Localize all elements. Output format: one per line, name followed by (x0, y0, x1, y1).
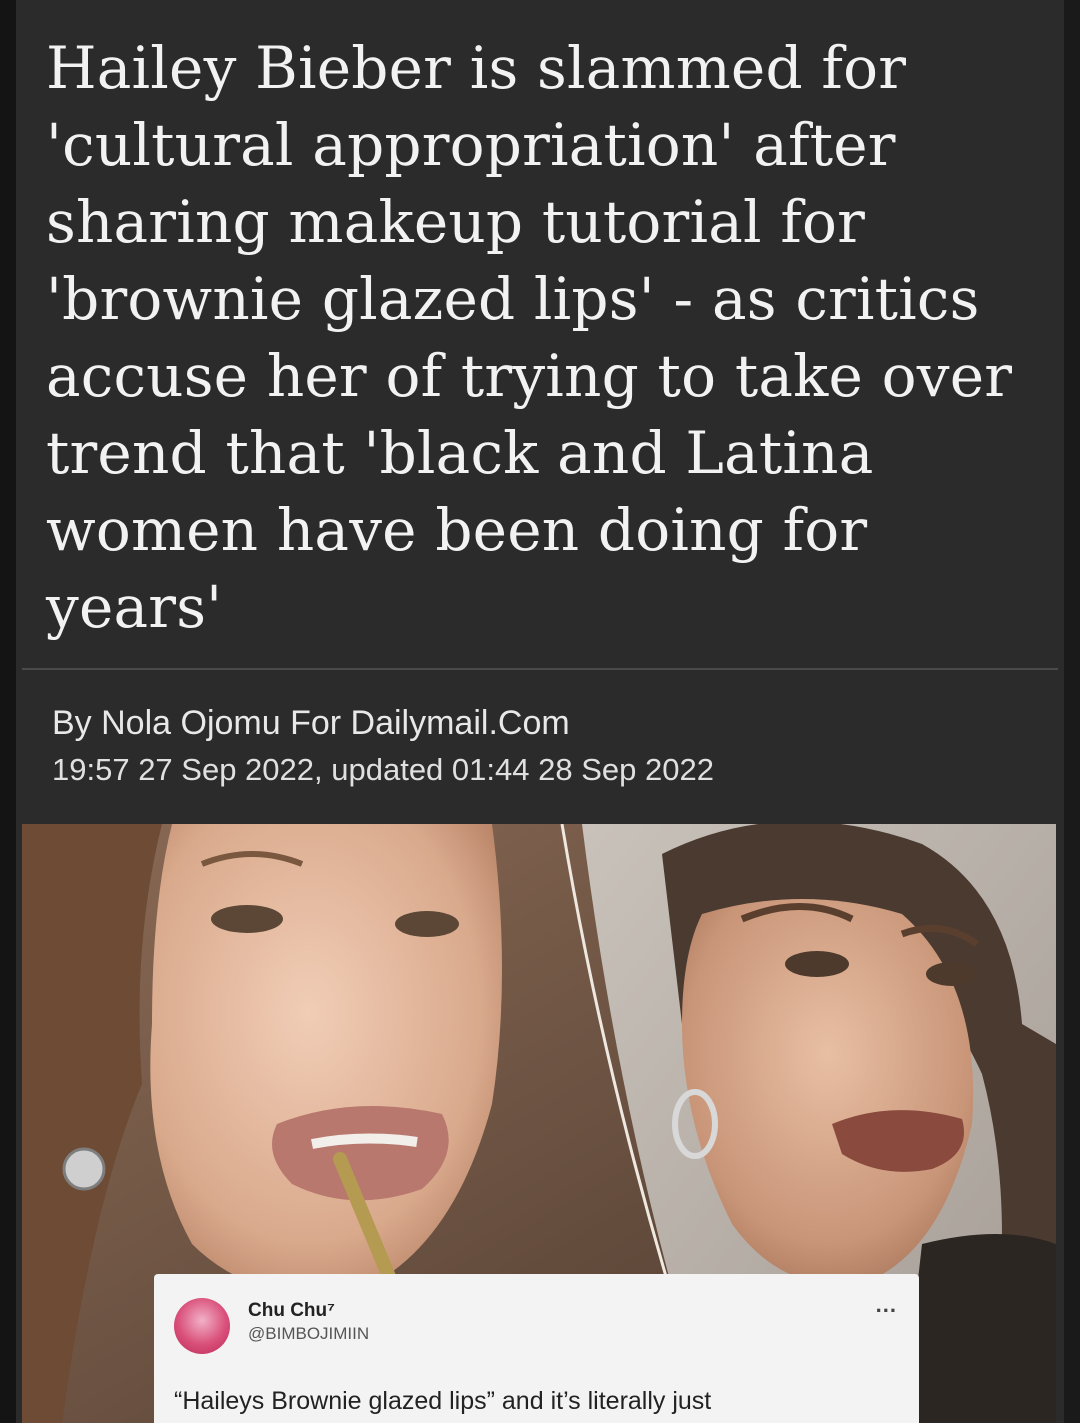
embedded-tweet[interactable]: Chu Chu⁷ @BIMBOJIMIIN ... “Haileys Brown… (154, 1274, 919, 1423)
tweet-avatar[interactable] (174, 1298, 230, 1354)
article-byline[interactable]: By Nola Ojomu For Dailymail.Com (52, 702, 570, 744)
tweet-text: “Haileys Brownie glazed lips” and it’s l… (174, 1387, 712, 1415)
article-headline[interactable]: Hailey Bieber is slammed for 'cultural a… (46, 30, 1046, 646)
article-dateline: 19:57 27 Sep 2022, updated 01:44 28 Sep … (52, 752, 714, 787)
screen-edge (1064, 0, 1080, 1423)
more-options-icon[interactable]: ... (876, 1292, 897, 1318)
article-card: Hailey Bieber is slammed for 'cultural a… (16, 0, 1064, 1423)
tweet-author-name[interactable]: Chu Chu⁷ (248, 1300, 335, 1322)
article-photo[interactable]: Chu Chu⁷ @BIMBOJIMIIN ... “Haileys Brown… (22, 824, 1056, 1423)
divider (22, 668, 1058, 670)
tweet-author-handle[interactable]: @BIMBOJIMIIN (248, 1324, 369, 1344)
